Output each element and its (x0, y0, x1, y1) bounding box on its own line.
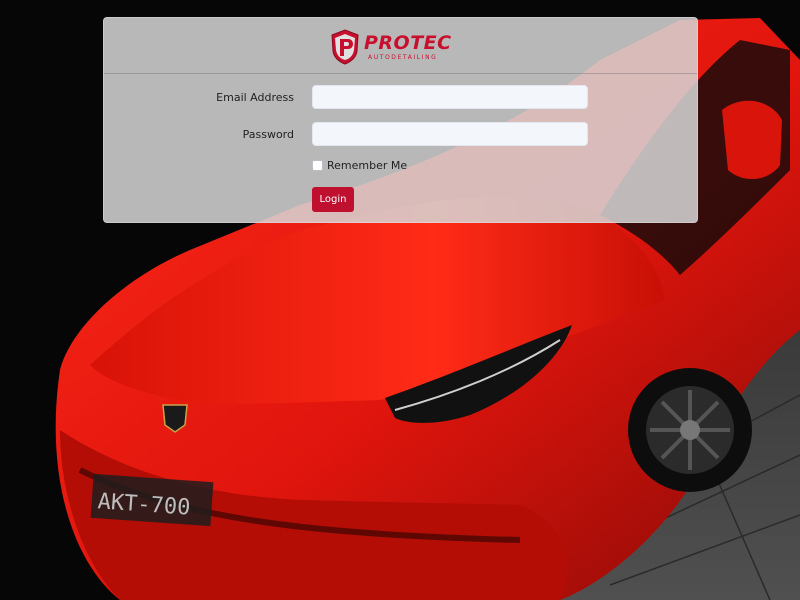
password-label: Password (242, 128, 294, 141)
remember-me-label[interactable]: Remember Me (327, 159, 407, 172)
email-field[interactable] (312, 85, 588, 109)
password-field[interactable] (312, 122, 588, 146)
brand-wordmark: PROTEC AUTODETAILING (364, 31, 452, 61)
card-header: PROTEC AUTODETAILING (104, 18, 697, 74)
email-label: Email Address (216, 91, 294, 104)
shield-logo-icon (331, 29, 359, 65)
brand-tagline: AUTODETAILING (368, 53, 438, 61)
login-button[interactable]: Login (312, 187, 354, 212)
login-card: PROTEC AUTODETAILING Email Address Passw… (103, 17, 698, 223)
brand-logo: PROTEC AUTODETAILING (330, 28, 475, 66)
brand-name: PROTEC (364, 31, 452, 54)
remember-me-checkbox[interactable] (312, 160, 323, 171)
